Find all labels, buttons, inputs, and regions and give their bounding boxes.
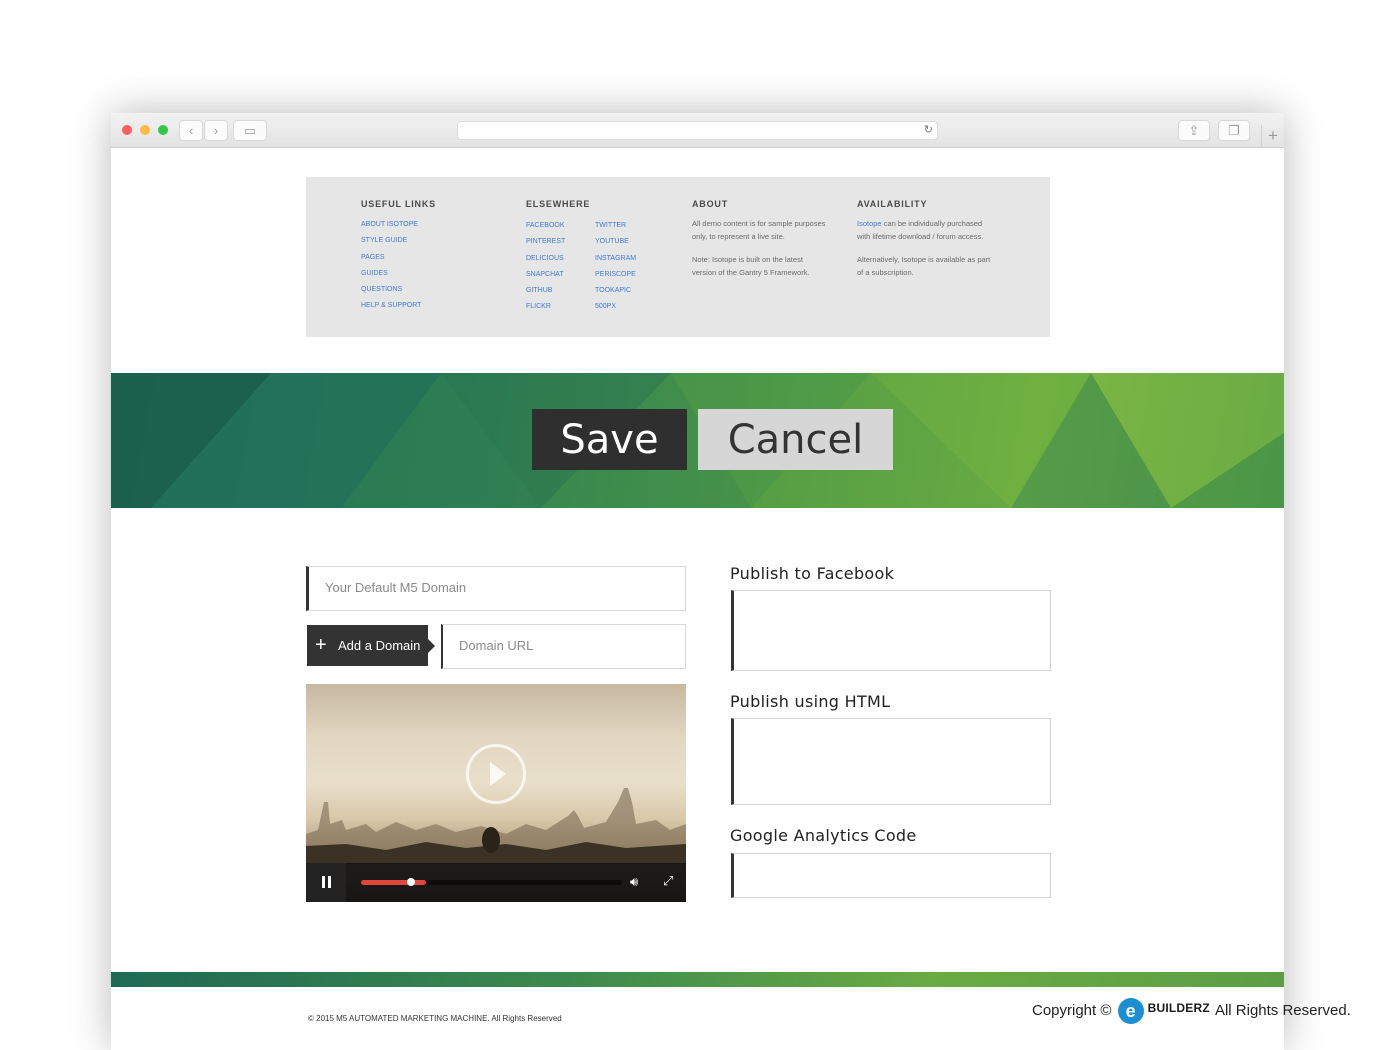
browser-window: ‹ › ▭ ↻ ⇪ ❐ + USEFUL LINKS ABOUT ISOTOPE… [111, 113, 1284, 1050]
about-text: All demo content is for sample purposes … [692, 219, 826, 241]
default-domain-field[interactable]: Your Default M5 Domain [306, 566, 686, 611]
link-tookapic[interactable]: TOOKAPIC [595, 283, 636, 299]
arrow-pointer [428, 639, 435, 653]
new-tab-icon[interactable]: + [1261, 125, 1284, 147]
link-flickr[interactable]: FLICKR [526, 299, 565, 315]
video-controls: 🔊︎ ⤢ [306, 863, 686, 902]
fullscreen-icon[interactable]: ⤢ [663, 873, 673, 889]
elsewhere-heading: ELSEWHERE [526, 199, 591, 209]
publish-html-textarea[interactable] [731, 718, 1051, 805]
link-pages[interactable]: PAGES [361, 250, 436, 266]
link-periscope[interactable]: PERISCOPE [595, 267, 636, 283]
analytics-label: Google Analytics Code [730, 826, 917, 845]
link-delicious[interactable]: DELICIOUS [526, 251, 565, 267]
address-bar[interactable]: ↻ [457, 121, 938, 140]
link-facebook[interactable]: FACEBOOK [526, 218, 565, 234]
reload-icon[interactable]: ↻ [924, 122, 933, 139]
link-guides[interactable]: GUIDES [361, 266, 436, 282]
link-style-guide[interactable]: STYLE GUIDE [361, 233, 436, 249]
save-button[interactable]: Save [532, 409, 687, 470]
publish-facebook-label: Publish to Facebook [730, 564, 895, 583]
builderz-brand: BUILDERZ [1147, 1001, 1210, 1015]
back-icon[interactable]: ‹ [179, 120, 203, 141]
link-github[interactable]: GITHUB [526, 283, 565, 299]
copyright-watermark: Copyright © e BUILDERZ All Rights Reserv… [1032, 998, 1351, 1024]
video-player[interactable]: 🔊︎ ⤢ [306, 684, 686, 902]
plus-icon: + [315, 634, 327, 656]
forward-icon[interactable]: › [204, 120, 228, 141]
minimize-window-button[interactable] [140, 125, 150, 135]
footer-links-panel: USEFUL LINKS ABOUT ISOTOPE STYLE GUIDE P… [306, 177, 1050, 337]
link-500px[interactable]: 500PX [595, 299, 636, 315]
useful-links-column: USEFUL LINKS ABOUT ISOTOPE STYLE GUIDE P… [361, 199, 436, 315]
link-snapchat[interactable]: SNAPCHAT [526, 267, 565, 283]
default-domain-placeholder: Your Default M5 Domain [325, 580, 467, 595]
about-note: Note: Isotope is built on the latest ver… [692, 255, 810, 277]
add-domain-button[interactable]: + Add a Domain [307, 625, 435, 666]
browser-toolbar: ‹ › ▭ ↻ ⇪ ❐ + [111, 113, 1284, 148]
builderz-logo-icon: e [1117, 998, 1144, 1024]
tabs-icon[interactable]: ❐ [1218, 120, 1250, 141]
availability-text: Isotope can be individually purchased wi… [857, 217, 997, 243]
video-progress-bar[interactable] [361, 878, 622, 886]
watermark-suffix: All Rights Reserved. [1214, 1001, 1351, 1019]
publish-html-label: Publish using HTML [730, 692, 891, 711]
bottom-green-strip [111, 972, 1284, 987]
link-about-isotope[interactable]: ABOUT ISOTOPE [361, 217, 436, 233]
domain-url-input[interactable]: Domain URL [441, 624, 686, 669]
analytics-code-input[interactable] [731, 853, 1051, 898]
about-heading: ABOUT [692, 199, 728, 209]
share-icon[interactable]: ⇪ [1178, 120, 1210, 141]
builderz-logo: e BUILDERZ [1117, 998, 1210, 1024]
link-pinterest[interactable]: PINTEREST [526, 234, 565, 250]
add-domain-label: Add a Domain [338, 638, 421, 653]
availability-column: AVAILABILITY Isotope can be individually… [857, 199, 997, 289]
link-youtube[interactable]: YOUTUBE [595, 234, 636, 250]
cancel-button[interactable]: Cancel [698, 409, 893, 470]
useful-links-heading: USEFUL LINKS [361, 199, 436, 209]
volume-icon[interactable]: 🔊︎ [630, 874, 638, 890]
close-window-button[interactable] [122, 125, 132, 135]
pause-icon[interactable] [306, 863, 346, 902]
action-banner: Save Cancel [111, 373, 1284, 508]
page-content: USEFUL LINKS ABOUT ISOTOPE STYLE GUIDE P… [111, 148, 1284, 1050]
sidebar-icon[interactable]: ▭ [233, 120, 267, 141]
domain-url-placeholder: Domain URL [459, 638, 534, 653]
link-help-support[interactable]: HELP & SUPPORT [361, 298, 436, 314]
video-progress-handle[interactable] [406, 878, 415, 886]
availability-heading: AVAILABILITY [857, 199, 928, 209]
publish-facebook-textarea[interactable] [731, 590, 1051, 671]
watermark-prefix: Copyright © [1032, 1001, 1112, 1019]
site-copyright: © 2015 M5 AUTOMATED MARKETING MACHINE. A… [308, 1014, 562, 1023]
link-twitter[interactable]: TWITTER [595, 218, 636, 234]
link-questions[interactable]: QUESTIONS [361, 282, 436, 298]
video-progress-fill [361, 880, 427, 885]
play-icon[interactable] [466, 744, 526, 804]
isotope-link[interactable]: Isotope [857, 219, 882, 228]
availability-subscription: Alternatively, Isotope is available as p… [857, 255, 991, 277]
elsewhere-column: ELSEWHERE FACEBOOK PINTEREST DELICIOUS S… [526, 199, 676, 310]
link-instagram[interactable]: INSTAGRAM [595, 251, 636, 267]
about-column: ABOUT All demo content is for sample pur… [692, 199, 827, 289]
zoom-window-button[interactable] [158, 125, 168, 135]
